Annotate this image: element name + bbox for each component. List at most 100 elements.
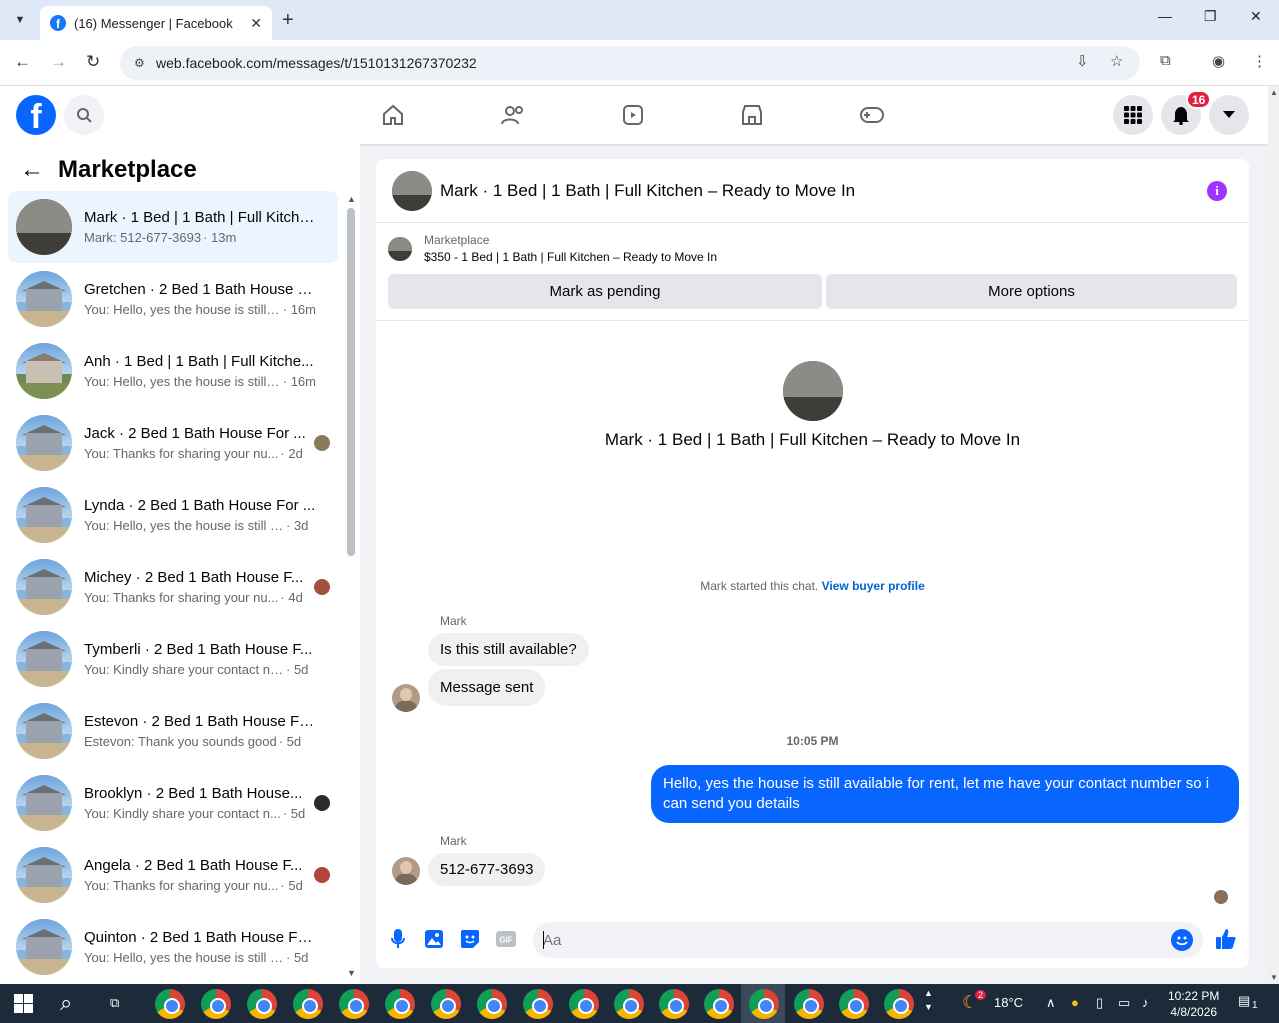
incoming-message[interactable]: 512-677-3693 [428, 853, 546, 886]
show-hidden-icons[interactable]: ∧ [1046, 995, 1056, 1011]
chrome-icon[interactable] [704, 989, 734, 1019]
chrome-icon[interactable] [155, 989, 185, 1019]
forward-button[interactable]: → [50, 52, 67, 72]
chrome-icon[interactable] [201, 989, 231, 1019]
weather-badge: 2 [975, 990, 987, 1000]
search-icon[interactable]: ⌕ [60, 990, 72, 1016]
windows-start-icon[interactable] [14, 994, 33, 1013]
view-buyer-profile-link[interactable]: View buyer profile [822, 579, 925, 593]
search-icon[interactable] [64, 95, 104, 135]
chat-profile-avatar[interactable] [783, 361, 843, 421]
conversation-item[interactable]: Anh · 1 Bed | 1 Bath | Full Kitche... Yo… [8, 335, 338, 407]
conversation-item[interactable]: Estevon · 2 Bed 1 Bath House Fo... Estev… [8, 695, 338, 767]
omnibox[interactable]: ⚙ web.facebook.com/messages/t/1510131267… [120, 46, 1140, 80]
tray-app-icon[interactable]: ● [1071, 995, 1079, 1010]
chrome-icon[interactable] [569, 989, 599, 1019]
conversation-item[interactable]: Gretchen · 2 Bed 1 Bath House F... You: … [8, 263, 338, 335]
sticker-icon[interactable] [459, 928, 481, 950]
like-thumb-icon[interactable] [1215, 928, 1237, 950]
tab-search-button[interactable]: ▼ [8, 8, 32, 32]
install-app-icon[interactable]: ⇩ [1076, 52, 1089, 70]
home-icon[interactable] [380, 102, 406, 128]
page-scroll-up-arrow[interactable]: ▲ [1270, 88, 1278, 97]
conversation-item[interactable]: Brooklyn · 2 Bed 1 Bath House... You: Ki… [8, 767, 338, 839]
incoming-message[interactable]: Message sent [428, 669, 546, 706]
facebook-top-bar: f 16 [0, 86, 1268, 144]
sender-avatar[interactable] [392, 684, 420, 712]
close-window-button[interactable]: ✕ [1250, 8, 1262, 25]
restore-button[interactable]: ❐ [1204, 8, 1217, 25]
scroll-down-arrow[interactable]: ▼ [347, 968, 356, 978]
outgoing-message[interactable]: Hello, yes the house is still available … [651, 765, 1239, 823]
back-button[interactable]: ← [14, 52, 31, 72]
page-scroll-down-arrow[interactable]: ▼ [1270, 973, 1278, 982]
conversation-item[interactable]: Mark · 1 Bed | 1 Bath | Full Kitche... M… [8, 191, 338, 263]
sender-avatar[interactable] [392, 857, 420, 885]
conversation-item[interactable]: Angela · 2 Bed 1 Bath House F... You: Th… [8, 839, 338, 911]
chrome-icon[interactable] [794, 989, 824, 1019]
friends-icon[interactable] [500, 102, 526, 128]
emoji-icon[interactable] [1171, 929, 1193, 951]
photo-icon[interactable] [423, 928, 445, 950]
conversation-list-scrollbar[interactable] [347, 208, 355, 556]
chrome-icon[interactable] [749, 989, 779, 1019]
chrome-icon[interactable] [659, 989, 689, 1019]
new-tab-button[interactable]: + [282, 9, 294, 32]
browser-tab-messenger[interactable]: f (16) Messenger | Facebook ✕ [40, 6, 272, 40]
task-view-icon[interactable]: ⧉ [110, 995, 119, 1011]
menu-grid-icon[interactable] [1113, 95, 1153, 135]
conversation-item[interactable]: Lynda · 2 Bed 1 Bath House For ... You: … [8, 479, 338, 551]
browser-menu-icon[interactable]: ⋮ [1252, 52, 1267, 70]
mark-as-pending-button[interactable]: Mark as pending [388, 274, 822, 309]
incoming-message[interactable]: Is this still available? [428, 633, 589, 666]
chrome-icon[interactable] [839, 989, 869, 1019]
marketplace-label: Marketplace [424, 233, 490, 247]
facebook-logo-icon[interactable]: f [16, 95, 56, 135]
marketplace-listing-row[interactable]: Marketplace $350 - 1 Bed | 1 Bath | Full… [388, 233, 717, 264]
seen-avatar [314, 795, 330, 811]
conversation-item[interactable]: Quinton · 2 Bed 1 Bath House Fo... You: … [8, 911, 338, 983]
close-tab-icon[interactable]: ✕ [250, 15, 262, 32]
temperature[interactable]: 18°C [994, 995, 1023, 1010]
url-text[interactable]: web.facebook.com/messages/t/151013126737… [156, 55, 477, 71]
chrome-icon[interactable] [477, 989, 507, 1019]
chat-header-name[interactable]: Mark · 1 Bed | 1 Bath | Full Kitchen – R… [440, 181, 855, 201]
chrome-icon[interactable] [339, 989, 369, 1019]
volume-icon[interactable]: ♪ [1142, 995, 1149, 1010]
notification-center-icon[interactable]: ▤ [1238, 993, 1250, 1009]
conversation-item[interactable]: Tymberli · 2 Bed 1 Bath House F... You: … [8, 623, 338, 695]
page-scrollbar[interactable]: ▲ ▼ [1268, 86, 1279, 984]
chrome-icon[interactable] [247, 989, 277, 1019]
info-icon[interactable]: i [1207, 181, 1227, 201]
site-info-icon[interactable]: ⚙ [134, 56, 156, 70]
back-arrow-icon[interactable]: ← [20, 156, 44, 184]
video-icon[interactable] [620, 102, 646, 128]
conversation-item[interactable]: Michey · 2 Bed 1 Bath House F... You: Th… [8, 551, 338, 623]
bookmark-star-icon[interactable]: ☆ [1110, 52, 1123, 70]
message-input[interactable] [533, 922, 1133, 958]
chrome-icon[interactable] [523, 989, 553, 1019]
chrome-icon[interactable] [884, 989, 914, 1019]
account-dropdown-icon[interactable] [1209, 95, 1249, 135]
extensions-icon[interactable]: ⧉ [1160, 52, 1171, 69]
gif-icon[interactable]: GIF [495, 928, 517, 950]
marketplace-icon[interactable] [739, 102, 765, 128]
chrome-icon[interactable] [614, 989, 644, 1019]
device-icon[interactable]: ▯ [1096, 995, 1103, 1011]
chrome-icon[interactable] [431, 989, 461, 1019]
message-input-wrapper[interactable] [533, 922, 1203, 958]
system-clock[interactable]: 10:22 PM 4/8/2026 [1168, 988, 1219, 1020]
reload-button[interactable]: ↻ [86, 52, 100, 72]
taskbar-overflow-arrows[interactable]: ▲ ▼ [924, 986, 933, 1014]
gaming-icon[interactable] [859, 102, 885, 128]
profile-icon[interactable]: ◉ [1212, 52, 1225, 70]
microphone-icon[interactable] [387, 928, 409, 950]
more-options-button[interactable]: More options [826, 274, 1237, 309]
network-icon[interactable]: ▭ [1118, 995, 1130, 1011]
minimize-button[interactable]: — [1158, 8, 1172, 24]
conversation-item[interactable]: Jack · 2 Bed 1 Bath House For ... You: T… [8, 407, 338, 479]
chrome-icon[interactable] [385, 989, 415, 1019]
scroll-up-arrow[interactable]: ▲ [347, 194, 356, 204]
chrome-icon[interactable] [293, 989, 323, 1019]
chat-header-avatar[interactable] [392, 170, 432, 211]
